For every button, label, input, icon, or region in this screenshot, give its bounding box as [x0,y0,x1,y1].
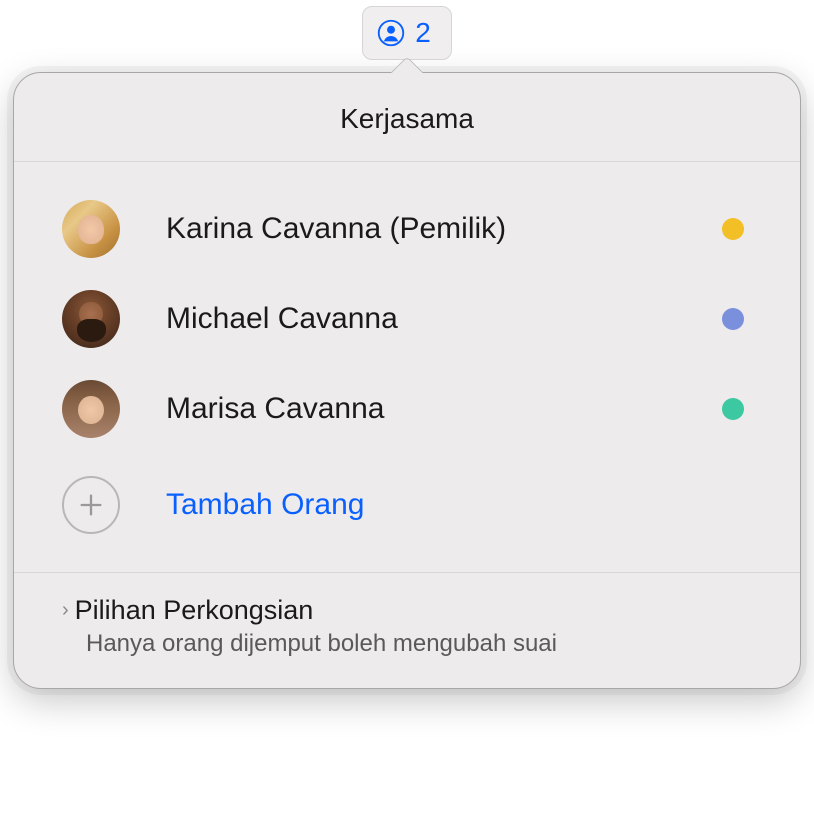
sharing-options-subtitle: Hanya orang dijemput boleh mengubah suai [86,630,752,658]
participants-list: Karina Cavanna (Pemilik) Michael Cavanna… [14,162,800,572]
sharing-options-title: Pilihan Perkongsian [75,595,314,626]
presence-dot [722,398,744,420]
sharing-options-row[interactable]: › Pilihan Perkongsian Hanya orang dijemp… [14,572,800,688]
avatar [62,200,120,258]
collaborator-count: 2 [415,17,431,49]
participant-name: Michael Cavanna [166,302,722,336]
chevron-right-icon: › [62,600,69,620]
avatar [62,380,120,438]
participant-name: Marisa Cavanna [166,392,722,426]
person-icon [377,19,405,47]
participant-row[interactable]: Michael Cavanna [56,274,758,364]
participant-row[interactable]: Marisa Cavanna [56,364,758,454]
popover-arrow [393,58,421,72]
collaborate-button[interactable]: 2 [362,6,452,60]
participant-name: Karina Cavanna (Pemilik) [166,212,722,246]
add-person-label: Tambah Orang [166,488,364,522]
avatar [62,290,120,348]
plus-icon [62,476,120,534]
participant-row[interactable]: Karina Cavanna (Pemilik) [56,184,758,274]
popover-panel: Kerjasama Karina Cavanna (Pemilik) Micha… [13,72,801,689]
add-person-button[interactable]: Tambah Orang [56,454,758,564]
collaboration-popover: Kerjasama Karina Cavanna (Pemilik) Micha… [13,58,801,689]
presence-dot [722,308,744,330]
presence-dot [722,218,744,240]
